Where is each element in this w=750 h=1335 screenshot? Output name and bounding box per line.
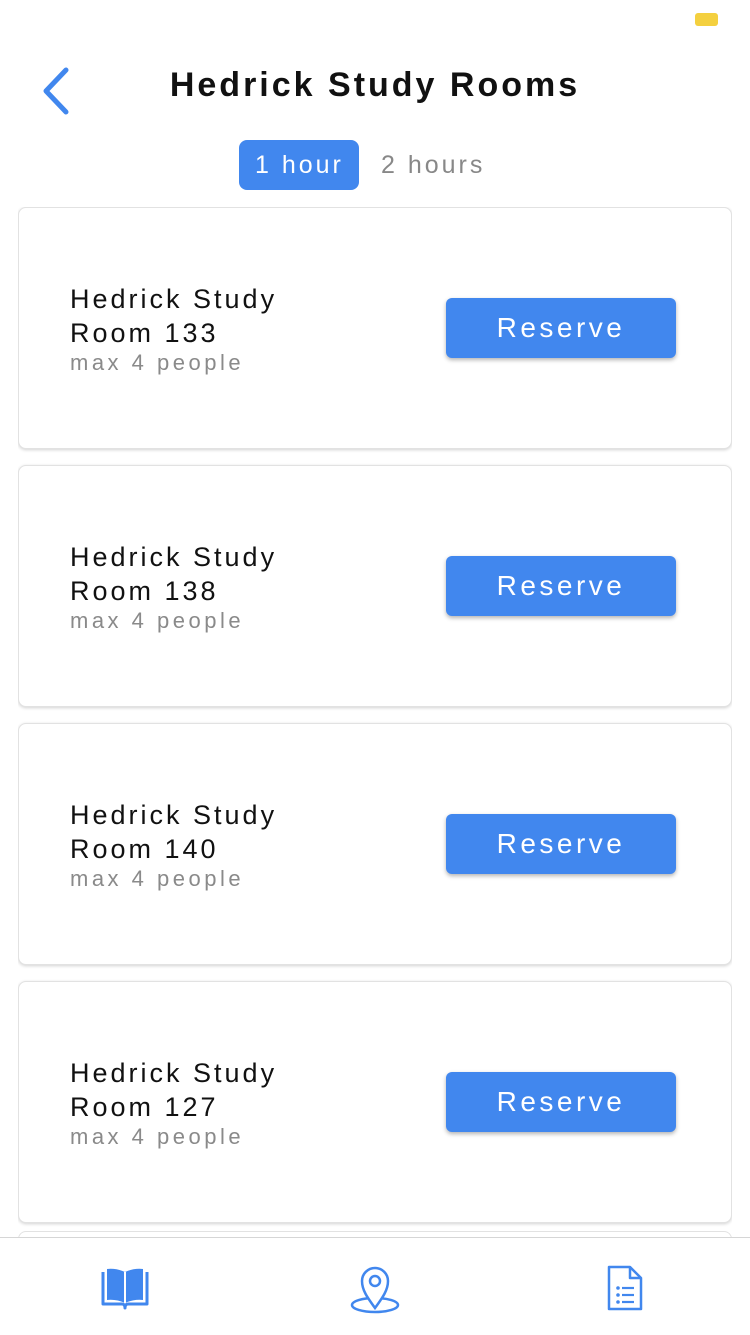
tab-documents[interactable]	[597, 1260, 653, 1316]
reserve-button[interactable]: Reserve	[446, 1072, 676, 1132]
room-name: Hedrick Study Room 138	[70, 542, 278, 606]
tab-book[interactable]	[97, 1260, 153, 1316]
room-capacity: max 4 people	[70, 1124, 245, 1149]
room-capacity: max 4 people	[70, 350, 245, 375]
tab-bar	[0, 1237, 750, 1335]
header: Hedrick Study Rooms	[0, 0, 750, 130]
room-name: Hedrick Study Room 133	[70, 284, 278, 348]
page-title: Hedrick Study Rooms	[169, 66, 581, 104]
room-name: Hedrick Study Room 140	[70, 800, 278, 864]
duration-option-2-hours[interactable]: 2 hours	[365, 140, 501, 190]
room-card: Hedrick Study Room 127 max 4 people Rese…	[18, 981, 732, 1223]
reserve-button[interactable]: Reserve	[446, 814, 676, 874]
room-card: Hedrick Study Room 138 max 4 people Rese…	[18, 465, 732, 707]
reserve-button[interactable]: Reserve	[446, 556, 676, 616]
room-card: Hedrick Study Room 140 max 4 people Rese…	[18, 723, 732, 965]
room-card: Hedrick Study Room 133 max 4 people Rese…	[18, 207, 732, 449]
room-list: Hedrick Study Room 133 max 4 people Rese…	[18, 207, 732, 1237]
room-capacity: max 4 people	[70, 866, 245, 891]
map-pin-icon	[350, 1266, 400, 1314]
document-list-icon	[607, 1265, 643, 1311]
duration-selector: 1 hour 2 hours	[239, 140, 501, 190]
duration-option-1-hour[interactable]: 1 hour	[239, 140, 359, 190]
room-capacity: max 4 people	[70, 608, 245, 633]
book-icon	[101, 1268, 149, 1310]
reserve-button[interactable]: Reserve	[446, 298, 676, 358]
room-name: Hedrick Study Room 127	[70, 1058, 278, 1122]
tab-map[interactable]	[347, 1260, 403, 1316]
